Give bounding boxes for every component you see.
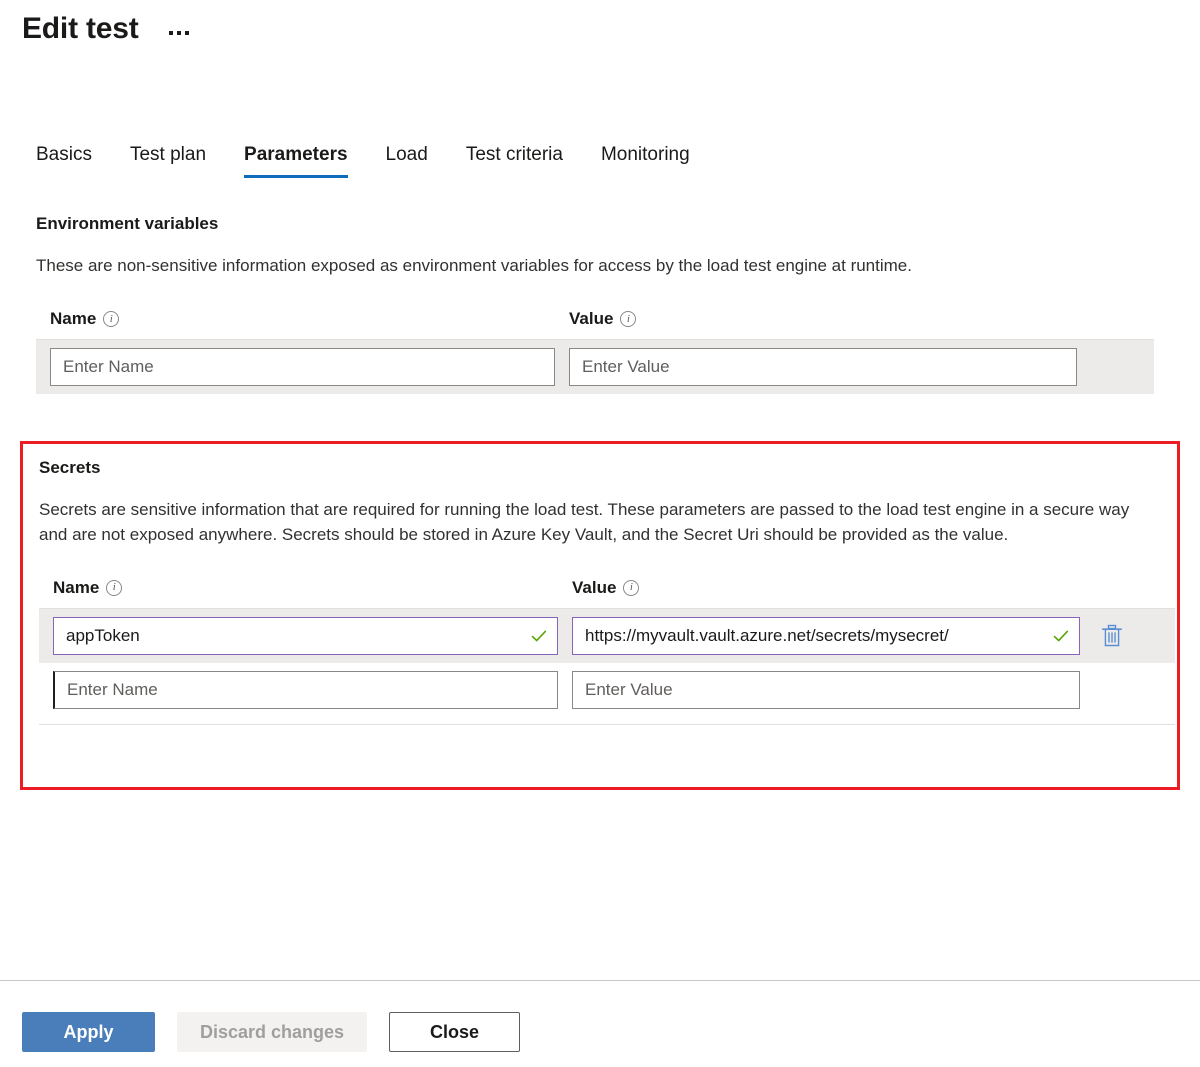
env-value-input[interactable] xyxy=(570,349,1076,385)
secret-name-input[interactable] xyxy=(55,672,557,708)
env-value-field-wrapper xyxy=(569,348,1077,386)
tab-bar: Basics Test plan Parameters Load Test cr… xyxy=(0,130,1200,178)
footer-divider xyxy=(0,980,1200,981)
env-value-column-label: Value xyxy=(569,309,613,329)
discard-changes-button: Discard changes xyxy=(177,1012,367,1052)
tab-basics[interactable]: Basics xyxy=(36,145,92,178)
parameters-panel: Environment variables These are non-sens… xyxy=(0,214,1200,394)
secret-name-field-wrapper-empty xyxy=(53,671,558,709)
secret-value-column-header: Value i xyxy=(572,578,1080,598)
secrets-column-headers: Name i Value i xyxy=(39,578,1177,598)
info-icon[interactable]: i xyxy=(620,311,636,327)
tab-load[interactable]: Load xyxy=(386,145,428,178)
secret-name-input[interactable] xyxy=(54,618,557,654)
trash-icon xyxy=(1101,624,1123,648)
secrets-bottom-divider xyxy=(39,724,1175,725)
secret-row xyxy=(39,663,1175,717)
apply-button[interactable]: Apply xyxy=(22,1012,155,1052)
secret-row xyxy=(39,609,1175,663)
environment-variables-description: These are non-sensitive information expo… xyxy=(36,254,1151,279)
env-name-column-label: Name xyxy=(50,309,96,329)
secrets-heading: Secrets xyxy=(39,458,1177,478)
env-name-input[interactable] xyxy=(51,349,554,385)
secret-value-field-wrapper-empty xyxy=(572,671,1080,709)
more-options-icon[interactable] xyxy=(165,25,193,41)
tab-parameters[interactable]: Parameters xyxy=(244,145,348,178)
env-variable-row xyxy=(36,340,1154,394)
secret-value-column-label: Value xyxy=(572,578,616,598)
env-name-column-header: Name i xyxy=(50,309,569,329)
env-value-column-header: Value i xyxy=(569,309,1077,329)
secret-value-field-wrapper xyxy=(572,617,1080,655)
info-icon[interactable]: i xyxy=(103,311,119,327)
footer-actions: Apply Discard changes Close xyxy=(22,1012,520,1052)
secret-value-input[interactable] xyxy=(573,672,1079,708)
tab-test-plan[interactable]: Test plan xyxy=(130,145,206,178)
ellipsis-dot xyxy=(177,31,181,35)
secret-name-field-wrapper xyxy=(53,617,558,655)
secrets-section-highlight: Secrets Secrets are sensitive informatio… xyxy=(20,441,1180,790)
info-icon[interactable]: i xyxy=(623,580,639,596)
delete-secret-button[interactable] xyxy=(1098,622,1126,650)
secret-name-column-header: Name i xyxy=(53,578,572,598)
page-title: Edit test xyxy=(22,14,139,44)
secrets-description: Secrets are sensitive information that a… xyxy=(39,498,1139,547)
tab-monitoring[interactable]: Monitoring xyxy=(601,145,690,178)
environment-variables-column-headers: Name i Value i xyxy=(36,309,1200,329)
ellipsis-dot xyxy=(185,31,189,35)
ellipsis-dot xyxy=(169,31,173,35)
secret-value-input[interactable] xyxy=(573,618,1079,654)
secrets-section: Secrets Secrets are sensitive informatio… xyxy=(23,444,1177,725)
env-name-field-wrapper xyxy=(50,348,555,386)
secret-name-column-label: Name xyxy=(53,578,99,598)
info-icon[interactable]: i xyxy=(106,580,122,596)
close-button[interactable]: Close xyxy=(389,1012,520,1052)
title-bar: Edit test xyxy=(0,0,1200,58)
environment-variables-heading: Environment variables xyxy=(36,214,1200,234)
tab-test-criteria[interactable]: Test criteria xyxy=(466,145,563,178)
